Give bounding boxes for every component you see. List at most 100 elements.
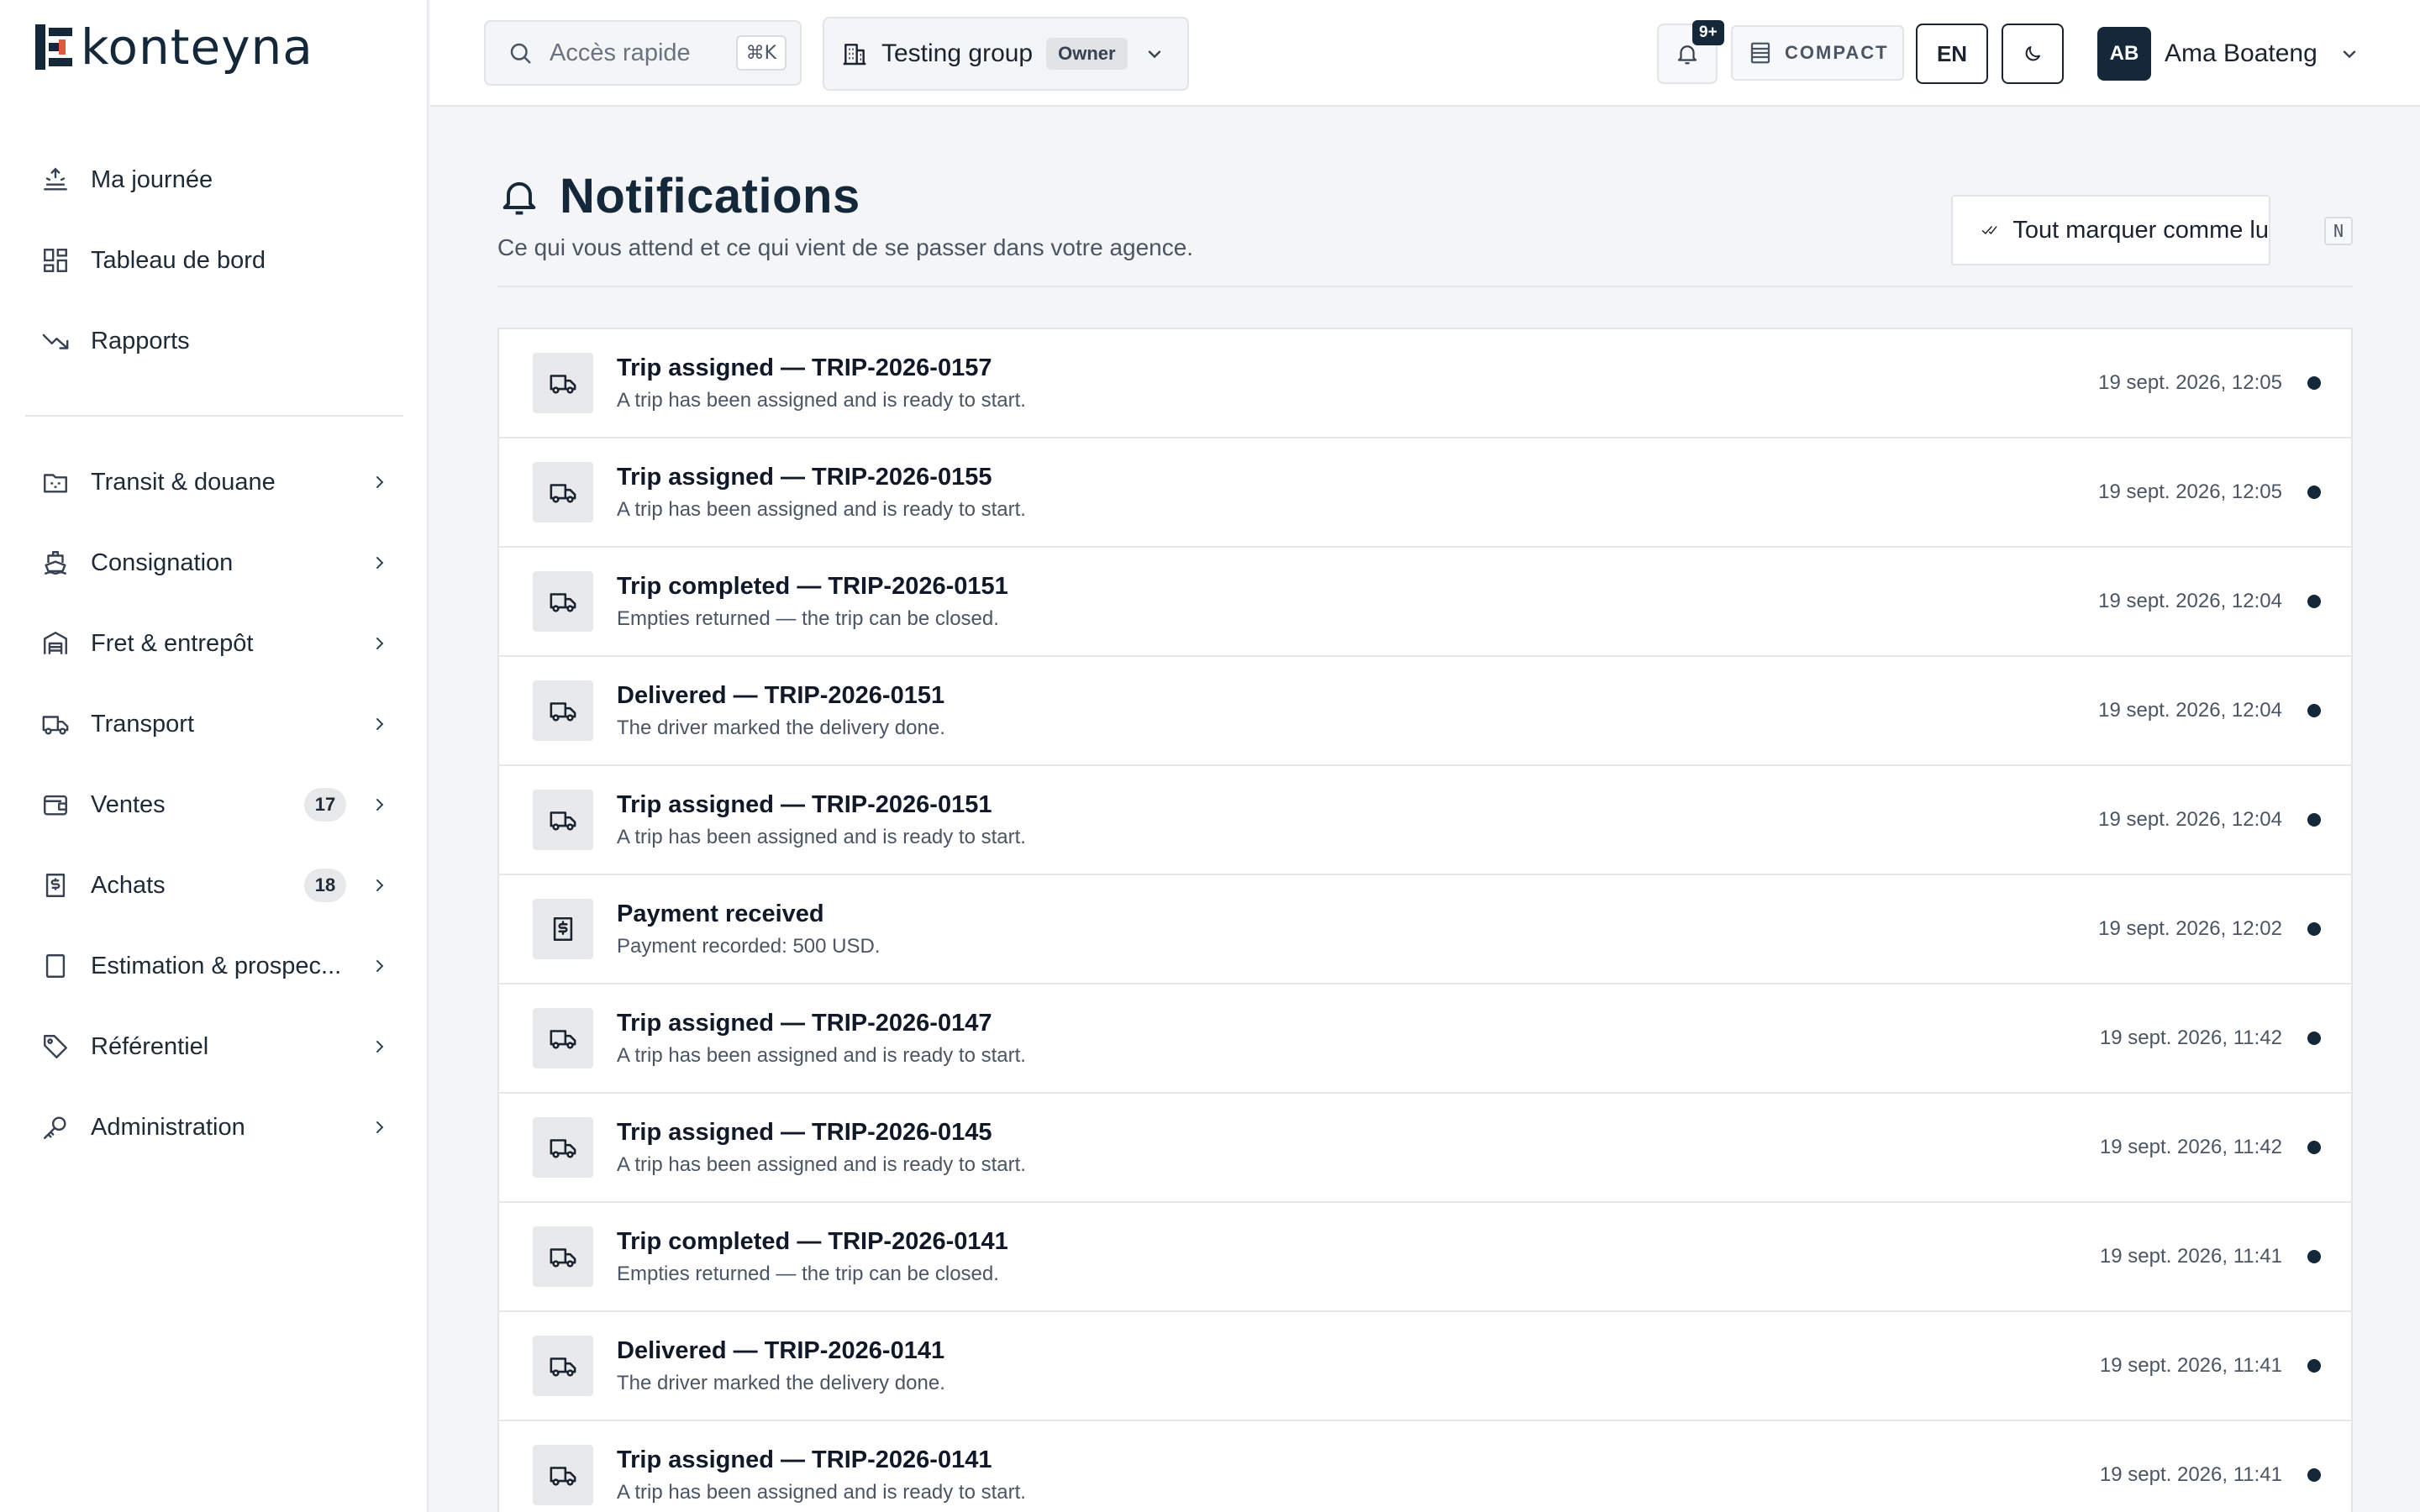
notification-title: Payment received bbox=[617, 900, 824, 927]
avatar: AB bbox=[2097, 27, 2151, 81]
user-menu[interactable]: AB Ama Boateng bbox=[2097, 26, 2360, 81]
top-bar: Accès rapide ⌘K Testing group Owner 9+ C… bbox=[430, 0, 2420, 107]
notification-timestamp: 19 sept. 2026, 12:05 bbox=[2098, 480, 2282, 503]
notification-row[interactable]: Trip assigned — TRIP-2026-0157 A trip has… bbox=[499, 329, 2351, 438]
logo-mark-icon bbox=[35, 24, 72, 70]
sidebar-item-ventes[interactable]: Ventes 17 bbox=[25, 764, 403, 845]
truck-icon bbox=[533, 790, 593, 850]
mark-all-read-label: Tout marquer comme lu bbox=[2012, 216, 2269, 244]
notification-description: The driver marked the delivery done. bbox=[617, 716, 945, 739]
notification-description: A trip has been assigned and is ready to… bbox=[617, 1152, 1026, 1176]
notification-row[interactable]: Delivered — TRIP-2026-0151 The driver mar… bbox=[499, 657, 2351, 766]
sidebar-item-label: Transport bbox=[91, 710, 195, 738]
search-placeholder: Accès rapide bbox=[550, 39, 691, 66]
truck-icon bbox=[533, 1445, 593, 1505]
sidebar-item-label: Consignation bbox=[91, 549, 234, 576]
chevron-right-icon bbox=[376, 718, 384, 730]
sidebar-item-consignation[interactable]: Consignation bbox=[25, 522, 403, 603]
notification-timestamp: 19 sept. 2026, 12:04 bbox=[2098, 590, 2282, 612]
sidebar-nav: Ma journée Tableau de bord Rapports Tran… bbox=[25, 139, 403, 1168]
truck-icon bbox=[533, 462, 593, 522]
notification-row[interactable]: Delivered — TRIP-2026-0141 The driver mar… bbox=[499, 1312, 2351, 1421]
logo-text: konteyna bbox=[81, 18, 313, 76]
language-button[interactable]: EN bbox=[1916, 24, 1988, 84]
quick-access-search[interactable]: Accès rapide ⌘K bbox=[484, 20, 802, 86]
notification-title: Trip assigned — TRIP-2026-0155 bbox=[617, 463, 992, 491]
unread-dot bbox=[2307, 1468, 2321, 1482]
notification-description: Empties returned — the trip can be close… bbox=[617, 1262, 999, 1285]
chevron-right-icon bbox=[376, 1041, 384, 1053]
sidebar-item-label: Transit & douane bbox=[91, 468, 276, 496]
sidebar-item-referentiel[interactable]: Référentiel bbox=[25, 1006, 403, 1087]
sidebar-item-estimation[interactable]: Estimation & prospec... bbox=[25, 926, 403, 1006]
notification-timestamp: 19 sept. 2026, 11:41 bbox=[2099, 1354, 2282, 1377]
notification-text: Payment received Payment recorded: 500 US… bbox=[617, 900, 2098, 958]
unread-dot bbox=[2307, 486, 2321, 499]
notification-row[interactable]: Trip assigned — TRIP-2026-0141 A trip has… bbox=[499, 1421, 2351, 1512]
tag-icon bbox=[40, 1032, 71, 1062]
notification-row[interactable]: Payment received Payment recorded: 500 US… bbox=[499, 875, 2351, 984]
notification-row[interactable]: Trip completed — TRIP-2026-0151 Empties r… bbox=[499, 548, 2351, 657]
sidebar: konteyna Ma journée Tableau de bord Rapp… bbox=[0, 0, 429, 1512]
notification-description: A trip has been assigned and is ready to… bbox=[617, 388, 1026, 412]
notification-timestamp: 19 sept. 2026, 12:02 bbox=[2098, 917, 2282, 940]
notification-timestamp: 19 sept. 2026, 11:41 bbox=[2099, 1463, 2282, 1486]
truck-icon bbox=[40, 709, 71, 739]
invoice-dollar-icon bbox=[533, 899, 593, 959]
notification-text: Delivered — TRIP-2026-0141 The driver mar… bbox=[617, 1337, 2100, 1395]
unread-dot bbox=[2307, 813, 2321, 827]
sidebar-item-tableau-de-bord[interactable]: Tableau de bord bbox=[25, 220, 403, 301]
sidebar-item-rapports[interactable]: Rapports bbox=[25, 301, 403, 381]
unread-dot bbox=[2307, 704, 2321, 717]
notification-text: Trip assigned — TRIP-2026-0151 A trip has… bbox=[617, 791, 2098, 849]
theme-toggle-button[interactable] bbox=[2002, 24, 2064, 84]
notification-timestamp: 19 sept. 2026, 12:04 bbox=[2098, 808, 2282, 831]
moon-icon bbox=[2025, 46, 2040, 61]
notification-row[interactable]: Trip assigned — TRIP-2026-0145 A trip has… bbox=[499, 1094, 2351, 1203]
mark-all-read-button[interactable]: Tout marquer comme lu bbox=[1951, 195, 2270, 265]
key-icon bbox=[40, 1112, 71, 1142]
notification-text: Trip completed — TRIP-2026-0151 Empties r… bbox=[617, 573, 2098, 631]
page-header: Notifications Ce qui vous attend et ce q… bbox=[497, 168, 2353, 287]
chevron-right-icon bbox=[376, 960, 384, 972]
sidebar-item-transport[interactable]: Transport bbox=[25, 684, 403, 764]
notification-description: The driver marked the delivery done. bbox=[617, 1371, 945, 1394]
invoice-dollar-icon bbox=[40, 870, 71, 900]
notification-title: Trip assigned — TRIP-2026-0145 bbox=[617, 1118, 992, 1146]
group-selector[interactable]: Testing group Owner bbox=[823, 17, 1189, 91]
unread-dot bbox=[2307, 1359, 2321, 1373]
notification-row[interactable]: Trip assigned — TRIP-2026-0151 A trip has… bbox=[499, 766, 2351, 875]
truck-icon bbox=[533, 571, 593, 632]
notification-description: A trip has been assigned and is ready to… bbox=[617, 1043, 1026, 1067]
notification-row[interactable]: Trip assigned — TRIP-2026-0147 A trip has… bbox=[499, 984, 2351, 1094]
user-name: Ama Boateng bbox=[2165, 39, 2317, 67]
sidebar-item-transit-douane[interactable]: Transit & douane bbox=[25, 442, 403, 522]
notifications-button[interactable]: 9+ bbox=[1657, 20, 1724, 84]
sidebar-item-label: Référentiel bbox=[91, 1032, 209, 1060]
search-shortcut: ⌘K bbox=[735, 35, 786, 71]
compact-toggle-button[interactable]: COMPACT bbox=[1731, 25, 1904, 81]
notification-description: Empties returned — the trip can be close… bbox=[617, 606, 999, 630]
unread-dot bbox=[2307, 1250, 2321, 1263]
sidebar-item-ma-journee[interactable]: Ma journée bbox=[25, 139, 403, 220]
dashboard-grid-icon bbox=[40, 245, 71, 276]
sidebar-item-administration[interactable]: Administration bbox=[25, 1087, 403, 1168]
chevron-right-icon bbox=[376, 476, 384, 488]
chevron-right-icon bbox=[376, 557, 384, 569]
notification-row[interactable]: Trip assigned — TRIP-2026-0155 A trip has… bbox=[499, 438, 2351, 548]
notification-title: Trip assigned — TRIP-2026-0141 bbox=[617, 1446, 992, 1473]
notification-row[interactable]: Trip completed — TRIP-2026-0141 Empties r… bbox=[499, 1203, 2351, 1312]
notification-timestamp: 19 sept. 2026, 12:05 bbox=[2098, 371, 2282, 394]
sidebar-item-label: Ventes bbox=[91, 790, 166, 818]
notification-description: A trip has been assigned and is ready to… bbox=[617, 825, 1026, 848]
logo[interactable]: konteyna bbox=[35, 18, 313, 76]
role-badge: Owner bbox=[1046, 38, 1128, 70]
sidebar-item-label: Estimation & prospec... bbox=[91, 952, 342, 979]
chevron-right-icon bbox=[376, 799, 384, 811]
notification-title: Trip completed — TRIP-2026-0141 bbox=[617, 1227, 1008, 1255]
sidebar-item-achats[interactable]: Achats 18 bbox=[25, 845, 403, 926]
mark-all-shortcut: N bbox=[2324, 217, 2353, 245]
notification-timestamp: 19 sept. 2026, 11:41 bbox=[2099, 1245, 2282, 1268]
chevron-right-icon bbox=[376, 879, 384, 891]
sidebar-item-fret-entrepot[interactable]: Fret & entrepôt bbox=[25, 603, 403, 684]
